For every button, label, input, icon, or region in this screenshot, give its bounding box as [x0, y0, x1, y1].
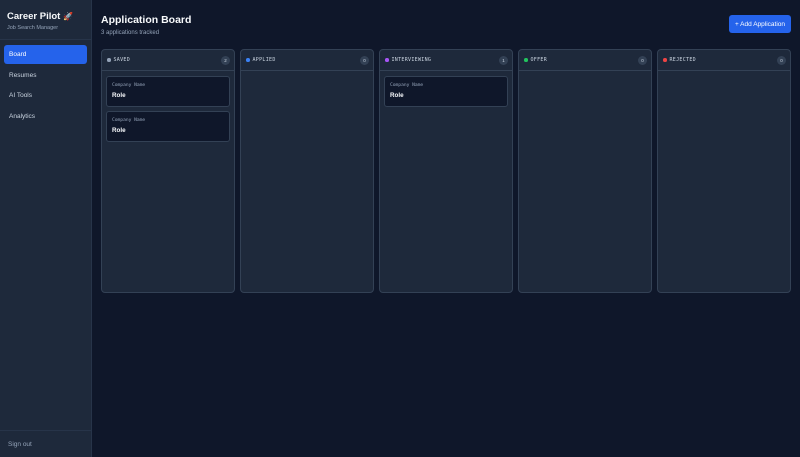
- column-header: APPLIED 0: [241, 50, 373, 71]
- column-applied: APPLIED 0: [240, 49, 374, 293]
- brand: Career Pilot 🚀 Job Search Manager: [0, 0, 91, 39]
- column-interviewing: INTERVIEWING 1 Company Name Role: [379, 49, 513, 293]
- application-card[interactable]: Company Name Role: [384, 76, 508, 107]
- column-title: APPLIED: [252, 57, 276, 63]
- sign-out-link[interactable]: Sign out: [8, 441, 83, 448]
- page-subtitle: 3 applications tracked: [101, 30, 160, 36]
- sidebar-footer: Sign out: [0, 430, 91, 457]
- rocket-icon: 🚀: [63, 12, 74, 21]
- column-header: INTERVIEWING 1: [380, 50, 512, 71]
- count-badge: 0: [638, 55, 647, 65]
- kanban-board: SAVED 2 Company Name Role Company Name R…: [101, 49, 791, 293]
- column-header: REJECTED 0: [658, 50, 790, 71]
- card-role: Role: [112, 92, 126, 99]
- column-cards: Company Name Role Company Name Role: [102, 71, 234, 151]
- column-title: INTERVIEWING: [391, 57, 432, 63]
- column-saved: SAVED 2 Company Name Role Company Name R…: [101, 49, 235, 293]
- sidebar-item-resumes[interactable]: Resumes: [4, 66, 87, 85]
- sidebar-item-analytics[interactable]: Analytics: [4, 107, 87, 126]
- column-cards: [658, 71, 790, 81]
- column-header: OFFER 0: [519, 50, 651, 71]
- count-badge: 0: [360, 55, 369, 65]
- count-badge: 2: [221, 55, 230, 65]
- column-header: SAVED 2: [102, 50, 234, 71]
- status-dot-icon: [524, 58, 528, 62]
- sidebar-nav: Board Resumes AI Tools Analytics: [0, 39, 91, 430]
- brand-name: Career Pilot: [7, 11, 61, 22]
- card-role: Role: [390, 92, 404, 99]
- count-badge: 1: [499, 55, 508, 65]
- sidebar: Career Pilot 🚀 Job Search Manager Board …: [0, 0, 92, 457]
- status-dot-icon: [246, 58, 250, 62]
- column-cards: [519, 71, 651, 81]
- application-card[interactable]: Company Name Role: [106, 111, 230, 142]
- card-company: Company Name: [112, 83, 146, 88]
- sidebar-item-board[interactable]: Board: [4, 45, 87, 64]
- count-badge: 0: [777, 55, 786, 65]
- page-header: Application Board 3 applications tracked…: [101, 13, 791, 36]
- page-title: Application Board: [101, 14, 192, 26]
- card-role: Role: [112, 127, 126, 134]
- application-card[interactable]: Company Name Role: [106, 76, 230, 107]
- column-cards: Company Name Role: [380, 71, 512, 116]
- column-cards: [241, 71, 373, 81]
- status-dot-icon: [663, 58, 667, 62]
- column-rejected: REJECTED 0: [657, 49, 791, 293]
- column-offer: OFFER 0: [518, 49, 652, 293]
- status-dot-icon: [385, 58, 389, 62]
- sidebar-item-ai-tools[interactable]: AI Tools: [4, 86, 87, 105]
- add-application-button[interactable]: + Add Application: [728, 15, 791, 33]
- card-company: Company Name: [112, 118, 146, 123]
- status-dot-icon: [107, 58, 111, 62]
- app-root: Career Pilot 🚀 Job Search Manager Board …: [0, 0, 800, 457]
- card-company: Company Name: [390, 83, 424, 88]
- header-text: Application Board 3 applications tracked: [101, 13, 191, 36]
- main-content: Application Board 3 applications tracked…: [92, 0, 800, 457]
- column-title: SAVED: [113, 57, 131, 63]
- column-title: OFFER: [530, 57, 548, 63]
- brand-title: Career Pilot 🚀: [7, 11, 84, 22]
- column-title: REJECTED: [669, 57, 696, 63]
- brand-subtitle: Job Search Manager: [7, 25, 59, 31]
